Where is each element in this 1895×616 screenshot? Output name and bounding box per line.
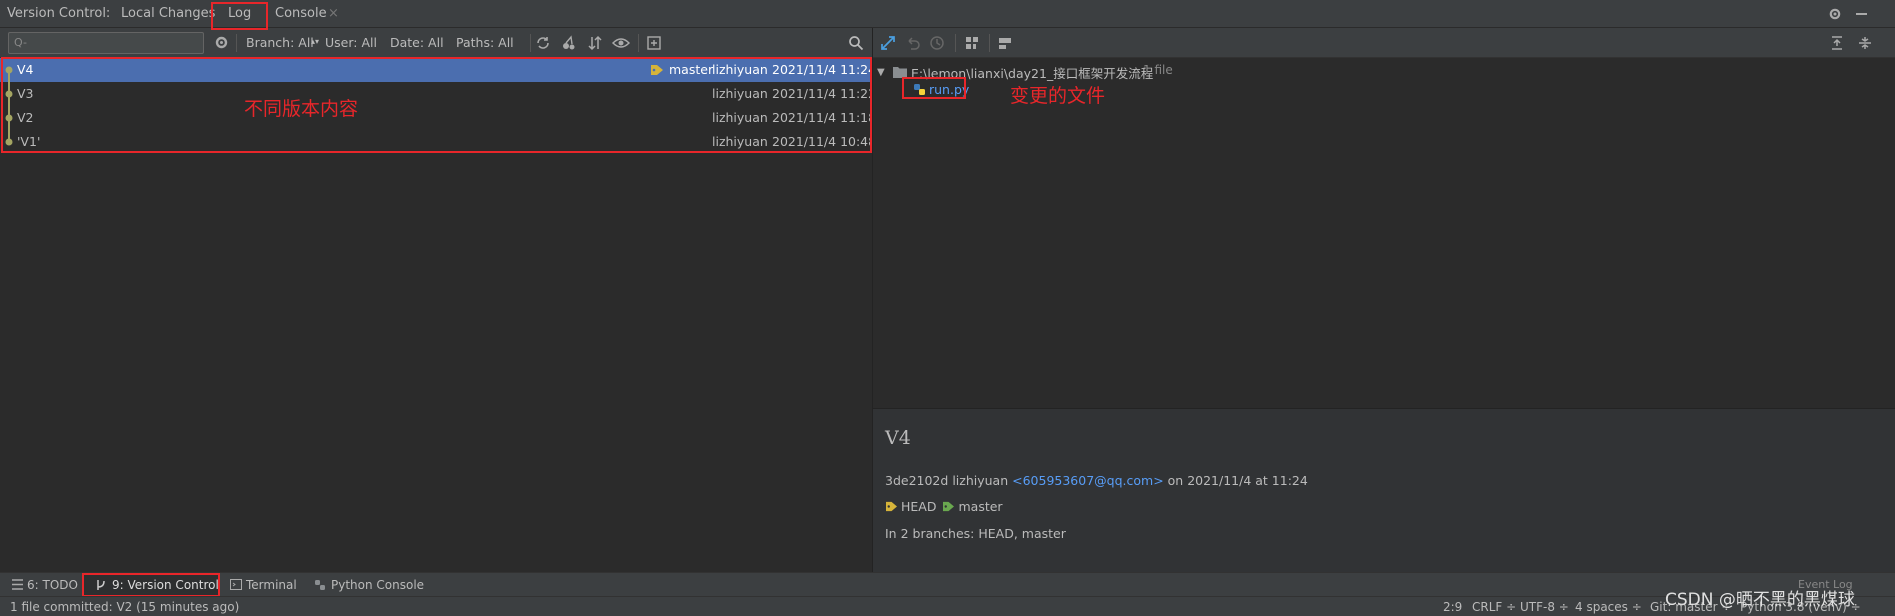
toolbar-separator xyxy=(638,34,639,52)
commit-row[interactable]: V3 lizhiyuan 2021/11/4 11:22 xyxy=(0,82,876,106)
toolbar-separator xyxy=(989,34,990,52)
tab-log[interactable]: Log xyxy=(228,0,251,28)
python-console-tool-button[interactable]: Python Console xyxy=(331,573,424,597)
version-control-tool-button[interactable]: 9: Version Control xyxy=(82,573,220,597)
user-filter[interactable]: User: All xyxy=(325,28,377,58)
commit-author: lizhiyuan xyxy=(712,110,768,125)
details-meta: 3de2102d lizhiyuan <605953607@qq.com> on… xyxy=(885,473,1308,488)
tool-window-bar: 6: TODO 9: Version Control Terminal Pyth… xyxy=(0,572,1895,597)
version-control-label: Version Control: xyxy=(7,6,111,21)
commit-date: 2021/11/4 11:18 xyxy=(772,110,877,125)
commit-message: V3 xyxy=(17,86,34,101)
commit-message: 'V1' xyxy=(17,134,41,149)
commit-hash: 3de2102d xyxy=(885,473,949,488)
toolbar-separator xyxy=(236,34,237,52)
log-filter-toolbar: Q- Branch: All User: All Date: All Paths… xyxy=(0,28,872,58)
search-icon[interactable] xyxy=(848,35,864,51)
commit-date: 2021/11/4 11:22 xyxy=(772,86,877,101)
paths-filter[interactable]: Paths: All xyxy=(456,28,514,58)
master-label: master xyxy=(958,499,1003,514)
cherry-pick-icon[interactable] xyxy=(561,35,577,51)
indent-setting[interactable]: 4 spaces ÷ xyxy=(1575,597,1642,616)
commit-author: lizhiyuan xyxy=(712,134,768,149)
head-tag-icon xyxy=(885,501,898,512)
folder-path[interactable]: E:\lemon\lianxi\day21_接口框架开发流程 xyxy=(911,63,1153,82)
branch-filter[interactable]: Branch: All xyxy=(246,28,314,58)
revert-icon[interactable] xyxy=(905,35,921,51)
commit-row[interactable]: V4 master lizhiyuan 2021/11/4 11:24 xyxy=(0,58,876,82)
tag-icon xyxy=(650,64,664,76)
python-console-icon xyxy=(314,579,326,591)
show-diff-icon[interactable] xyxy=(880,35,896,51)
search-placeholder: Q- xyxy=(14,36,27,49)
toolbar-separator xyxy=(955,34,956,52)
commit-log-list: V4 master lizhiyuan 2021/11/4 11:24 V3 l… xyxy=(0,57,876,572)
branch-tag-icon xyxy=(942,501,955,512)
commit-details: V4 3de2102d lizhiyuan <605953607@qq.com>… xyxy=(873,409,1895,572)
folder-icon xyxy=(893,66,907,78)
commit-message: V2 xyxy=(17,110,34,125)
file-encoding[interactable]: UTF-8 ÷ xyxy=(1520,597,1569,616)
commit-datetime: on 2021/11/4 at 11:24 xyxy=(1167,473,1308,488)
new-tab-icon[interactable] xyxy=(646,35,662,51)
layout-icon[interactable] xyxy=(997,35,1013,51)
commit-message: V4 xyxy=(17,62,34,77)
history-icon[interactable] xyxy=(929,35,945,51)
expand-all-icon[interactable] xyxy=(1829,35,1845,51)
expand-arrow-icon[interactable]: ▼ xyxy=(877,67,885,78)
changed-files-annotation: 变更的文件 xyxy=(1010,85,1106,107)
commit-row[interactable]: 'V1' lizhiyuan 2021/11/4 10:48 xyxy=(0,130,876,154)
commit-date: 2021/11/4 10:48 xyxy=(772,134,877,149)
file-count: 1 file xyxy=(1143,63,1173,77)
terminal-icon xyxy=(230,579,242,590)
caret-position[interactable]: 2:9 xyxy=(1443,597,1462,616)
branch-label: master xyxy=(669,62,714,77)
gear-icon[interactable] xyxy=(1828,7,1842,21)
details-refs: HEAD master xyxy=(885,499,1003,514)
line-separator[interactable]: CRLF ÷ xyxy=(1472,597,1516,616)
details-title: V4 xyxy=(885,427,911,449)
status-message: 1 file committed: V2 (15 minutes ago) xyxy=(10,600,240,614)
python-file-icon xyxy=(913,83,927,97)
changes-toolbar xyxy=(872,28,1895,58)
details-author: lizhiyuan xyxy=(952,473,1009,488)
version-control-label: 9: Version Control xyxy=(112,578,219,592)
commit-row[interactable]: V2 lizhiyuan 2021/11/4 11:18 xyxy=(0,106,876,130)
console-close-icon[interactable]: × xyxy=(328,0,339,28)
terminal-tool-button[interactable]: Terminal xyxy=(246,573,297,597)
commit-graph xyxy=(5,66,13,146)
tool-window-header: Version Control: Local Changes Log Conso… xyxy=(0,0,1895,28)
branch-chevron-icon: ▴▾ xyxy=(311,37,320,46)
sort-icon[interactable] xyxy=(587,35,603,51)
minimize-icon[interactable] xyxy=(1856,13,1867,15)
refresh-icon[interactable] xyxy=(535,35,551,51)
todo-tool-button[interactable]: 6: TODO xyxy=(27,573,78,597)
tab-local-changes[interactable]: Local Changes xyxy=(121,0,215,28)
eye-icon[interactable] xyxy=(612,36,630,50)
tab-console[interactable]: Console xyxy=(275,0,327,28)
date-filter[interactable]: Date: All xyxy=(390,28,444,58)
author-email-link[interactable]: <605953607@qq.com> xyxy=(1012,473,1164,488)
collapse-all-icon[interactable] xyxy=(1857,35,1873,51)
search-input[interactable]: Q- xyxy=(8,32,204,54)
branch-icon xyxy=(96,579,106,591)
commit-date: 2021/11/4 11:24 xyxy=(772,62,877,77)
branches-info: In 2 branches: HEAD, master xyxy=(885,526,1066,541)
todo-icon xyxy=(12,579,23,590)
toolbar-separator xyxy=(530,34,531,52)
changed-file-name[interactable]: run.py xyxy=(929,82,969,97)
commit-author: lizhiyuan xyxy=(712,62,768,77)
head-label: HEAD xyxy=(901,499,937,514)
status-bar: 1 file committed: V2 (15 minutes ago) 2:… xyxy=(0,590,1895,616)
commit-author: lizhiyuan xyxy=(712,86,768,101)
versions-annotation: 不同版本内容 xyxy=(244,98,359,120)
group-by-icon[interactable] xyxy=(964,35,980,51)
settings-gear-icon[interactable] xyxy=(214,35,229,50)
watermark: CSDN @晒不黑的黑煤球 xyxy=(1665,590,1855,610)
